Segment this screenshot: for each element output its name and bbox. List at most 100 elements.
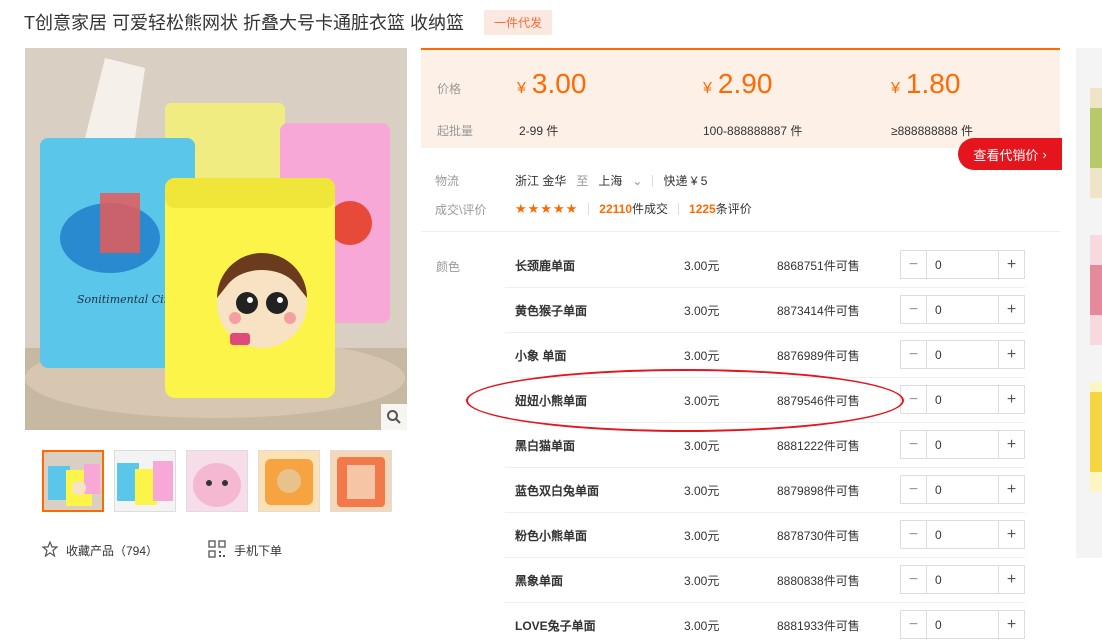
sku-stock: 8881222件可售 (777, 439, 860, 453)
review-count-link[interactable]: 1225条评价 (689, 200, 752, 217)
review-suffix: 条评价 (715, 202, 752, 216)
plus-icon[interactable]: + (998, 386, 1024, 413)
sku-row: 黄色猴子单面 3.00元 8873414件可售 − 0 + (505, 288, 1025, 333)
quantity-stepper: − 0 + (900, 340, 1025, 369)
sku-stock: 8880838件可售 (777, 574, 860, 588)
tier-price: 1.80 (905, 68, 961, 99)
tier-qty: 100-888888887 件 (703, 124, 803, 138)
sku-price: 3.00元 (684, 484, 720, 498)
sku-row: 蓝色双白兔单面 3.00元 8879898件可售 − 0 + (505, 468, 1025, 513)
favorite-button[interactable]: 收藏产品（794） (41, 540, 159, 560)
quantity-input[interactable]: 0 (927, 611, 998, 638)
quantity-stepper: − 0 + (900, 565, 1025, 594)
quantity-stepper: − 0 + (900, 610, 1025, 639)
tier-price: 3.00 (531, 68, 587, 99)
sku-price: 3.00元 (684, 619, 720, 633)
quantity-input[interactable]: 0 (927, 476, 998, 503)
color-label: 颜色 (436, 260, 461, 274)
main-product-image[interactable]: Sonitimental Circus. (25, 48, 407, 430)
thumbnail-strip (42, 450, 392, 512)
sku-price: 3.00元 (684, 259, 720, 273)
sku-name: 黄色猴子单面 (515, 304, 588, 318)
side-recommendation-1[interactable] (1090, 88, 1102, 198)
sold-count-link[interactable]: 22110件成交 (599, 200, 668, 217)
price-panel: 价格 ¥ 3.00 ¥ 2.90 ¥ 1.80 起批量 2-99 件 100-8… (421, 48, 1060, 148)
tier-qty: ≥888888888 件 (891, 124, 973, 138)
quantity-stepper: − 0 + (900, 430, 1025, 459)
sku-price: 3.00元 (684, 394, 720, 408)
minus-icon[interactable]: − (901, 611, 927, 638)
minus-icon[interactable]: − (901, 386, 927, 413)
quantity-stepper: − 0 + (900, 520, 1025, 549)
sku-stock: 8868751件可售 (777, 259, 860, 273)
minus-icon[interactable]: − (901, 566, 927, 593)
deals-label: 成交\评价 (435, 203, 487, 217)
price-label: 价格 (437, 82, 462, 96)
quantity-stepper: − 0 + (900, 385, 1025, 414)
sku-row: 妞妞小熊单面 3.00元 8879546件可售 − 0 + (505, 378, 1025, 423)
sku-row: 粉色小熊单面 3.00元 8878730件可售 − 0 + (505, 513, 1025, 558)
sku-price: 3.00元 (684, 349, 720, 363)
quantity-input[interactable]: 0 (927, 251, 998, 278)
tier-price: 2.90 (717, 68, 773, 99)
favorite-label: 收藏产品（794） (66, 544, 159, 558)
sku-stock: 8876989件可售 (777, 349, 860, 363)
to-word: 至 (576, 174, 589, 188)
sku-price: 3.00元 (684, 439, 720, 453)
currency-symbol: ¥ (517, 80, 526, 97)
thumbnail-2[interactable] (114, 450, 176, 512)
ship-to[interactable]: 上海 (598, 172, 622, 189)
thumbnail-4[interactable] (258, 450, 320, 512)
sku-name: 黑象单面 (515, 574, 564, 588)
sku-stock: 8879546件可售 (777, 394, 860, 408)
quantity-input[interactable]: 0 (927, 341, 998, 368)
minus-icon[interactable]: − (901, 476, 927, 503)
sku-name: 长颈鹿单面 (515, 259, 576, 273)
side-recommendation-3[interactable] (1090, 382, 1102, 492)
plus-icon[interactable]: + (998, 521, 1024, 548)
mobile-order-label: 手机下单 (234, 544, 283, 558)
minus-icon[interactable]: − (901, 521, 927, 548)
side-recommendation-2[interactable] (1090, 235, 1102, 345)
minus-icon[interactable]: − (901, 431, 927, 458)
plus-icon[interactable]: + (998, 431, 1024, 458)
zoom-icon[interactable] (381, 404, 407, 430)
plus-icon[interactable]: + (998, 566, 1024, 593)
product-actions: 收藏产品（794） 手机下单 (41, 540, 282, 561)
minus-icon[interactable]: − (901, 341, 927, 368)
quantity-stepper: − 0 + (900, 475, 1025, 504)
thumbnail-3[interactable] (186, 450, 248, 512)
rating-stars-icon: ★★★★★ (515, 200, 579, 216)
chevron-down-icon[interactable]: ⌄ (632, 174, 642, 188)
shipping-fee: 快递 ¥ 5 (663, 174, 708, 188)
minus-icon[interactable]: − (901, 251, 927, 278)
plus-icon[interactable]: + (998, 341, 1024, 368)
qr-code-icon (208, 540, 226, 561)
sku-name: 小象 单面 (515, 349, 567, 363)
quantity-input[interactable]: 0 (927, 521, 998, 548)
quantity-input[interactable]: 0 (927, 386, 998, 413)
thumbnail-1[interactable] (42, 450, 104, 512)
plus-icon[interactable]: + (998, 296, 1024, 323)
minus-icon[interactable]: − (901, 296, 927, 323)
quantity-input[interactable]: 0 (927, 566, 998, 593)
plus-icon[interactable]: + (998, 251, 1024, 278)
sku-stock: 8873414件可售 (777, 304, 860, 318)
quantity-stepper: − 0 + (900, 295, 1025, 324)
logistics-line: 浙江 金华 至 上海 ⌄ 快递 ¥ 5 (515, 172, 707, 189)
deals-line: ★★★★★ 22110件成交 1225条评价 (515, 200, 752, 217)
divider (678, 202, 680, 215)
plus-icon[interactable]: + (998, 476, 1024, 503)
sku-name: 妞妞小熊单面 (515, 394, 588, 408)
mobile-order-button[interactable]: 手机下单 (208, 540, 282, 561)
thumbnail-5[interactable] (330, 450, 392, 512)
plus-icon[interactable]: + (998, 611, 1024, 638)
logistics-block: 物流 浙江 金华 至 上海 ⌄ 快递 ¥ 5 成交\评价 ★★★★★ 22110… (421, 160, 1060, 232)
sku-row: 小象 单面 3.00元 8876989件可售 − 0 + (505, 333, 1025, 378)
price-row: 价格 ¥ 3.00 ¥ 2.90 ¥ 1.80 (421, 64, 1060, 108)
quantity-stepper: − 0 + (900, 250, 1025, 279)
quantity-input[interactable]: 0 (927, 296, 998, 323)
tier-qty: 2-99 件 (519, 124, 559, 138)
quantity-input[interactable]: 0 (927, 431, 998, 458)
price-tier-3: ¥ 1.80 (891, 68, 960, 100)
